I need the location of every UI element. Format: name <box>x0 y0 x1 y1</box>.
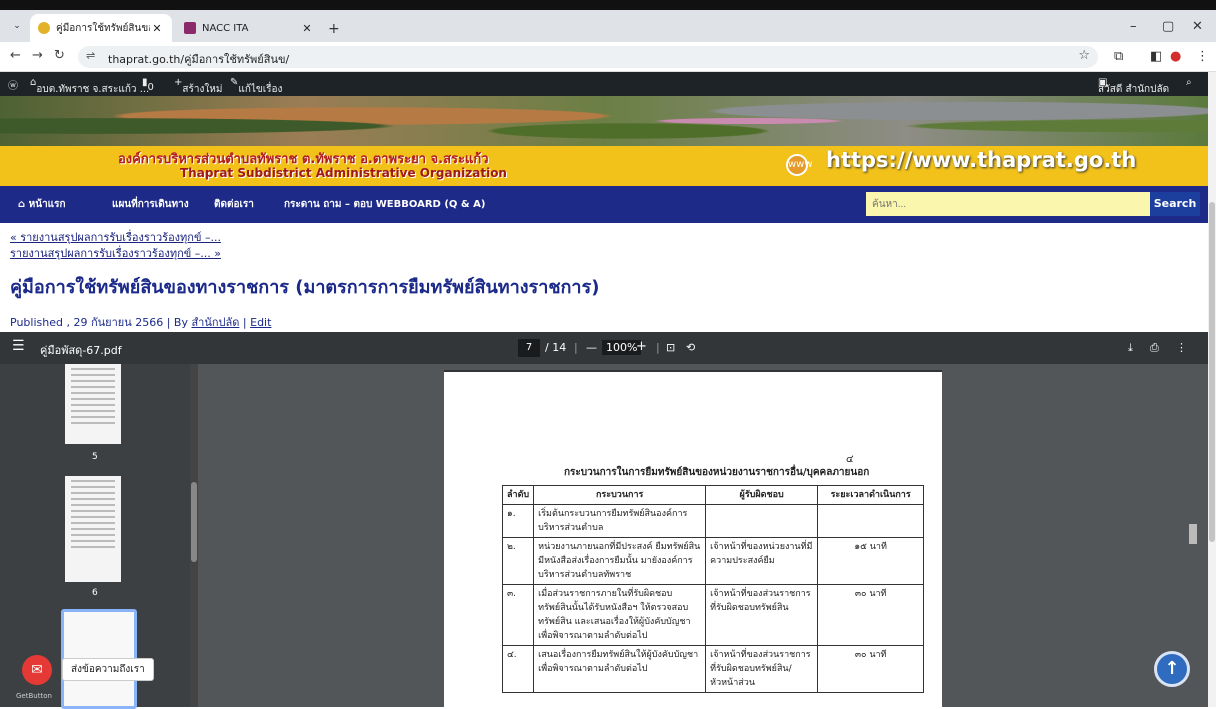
next-post-link[interactable]: รายงานสรุปผลการรับเรื่องราวร้องทุกข์ –..… <box>10 244 221 262</box>
sidepanel-icon[interactable]: ◧ <box>1150 49 1162 64</box>
tab-active[interactable]: คู่มือการใช้ทรัพย์สินของทางราชการ | ✕ <box>30 14 172 42</box>
thumbnail-page-6[interactable] <box>65 476 121 582</box>
wp-site-link[interactable]: ⌂ อบต.ทัพราช จ.สระแก้ว ... <box>30 77 149 95</box>
org-name-english: Thaprat Subdistrict Administrative Organ… <box>180 166 507 180</box>
tab-search-button[interactable]: ⌄ <box>8 17 26 35</box>
close-tab-icon[interactable]: ✕ <box>150 22 164 35</box>
close-tab-icon[interactable]: ✕ <box>300 22 314 35</box>
table-row: ๓. เมื่อส่วนราชการภายในที่รับผิดชอบทรัพย์… <box>501 584 925 646</box>
banner-photo <box>0 96 1208 146</box>
search-button[interactable]: Search <box>1150 192 1200 216</box>
forward-icon[interactable]: → <box>32 48 43 63</box>
print-icon[interactable]: ⎙ <box>1150 341 1159 355</box>
maximize-icon[interactable]: ▢ <box>1162 19 1174 34</box>
page-total: / 14 <box>545 341 567 354</box>
extensions-icon[interactable]: ⧉ <box>1114 49 1123 64</box>
table-row: ๑. เริ่มต้นกระบวนการยืมทรัพย์สินองค์การบร… <box>501 504 925 538</box>
url-text: thaprat.go.th/คู่มือการใช้ทรัพย์สินข/ <box>108 53 290 66</box>
nav-contact[interactable]: ติดต่อเรา <box>214 197 254 212</box>
pdf-scrollbar[interactable] <box>1186 364 1200 707</box>
nav-webboard[interactable]: กระดาน ถาม – ตอบ WEBBOARD (Q & A) <box>284 197 485 212</box>
main-nav: ⌂ หน้าแรก แผนที่การเดินทาง ติดต่อเรา กระ… <box>0 186 1208 223</box>
minimize-icon[interactable]: – <box>1130 19 1137 34</box>
bookmark-star-icon[interactable]: ☆ <box>1078 48 1090 63</box>
wp-new[interactable]: + สร้างใหม่ <box>174 77 222 95</box>
top-edge <box>0 0 1216 10</box>
nacc-favicon-icon <box>184 22 196 34</box>
tab-bar: ⌄ คู่มือการใช้ทรัพย์สินของทางราชการ | ✕ … <box>0 10 1216 42</box>
fit-page-icon[interactable]: ⊡ <box>666 341 675 354</box>
edit-link[interactable]: Edit <box>250 316 271 329</box>
table-row: ๒. หน่วยงานภายนอกที่มีประสงค์ ยืมทรัพย์สิ… <box>501 537 925 585</box>
zoom-out-icon[interactable]: — <box>586 341 597 354</box>
wp-user[interactable]: สวัสดี สำนักปลัด ▣ <box>1098 77 1169 95</box>
menu-icon[interactable]: ⋮ <box>1196 49 1209 64</box>
col-header: ระยะเวลาดำเนินการ <box>817 485 925 505</box>
zoom-in-icon[interactable]: + <box>636 339 647 354</box>
site-favicon-icon <box>38 22 50 34</box>
wp-admin-bar: ⓦ ⌂ อบต.ทัพราช จ.สระแก้ว ... ▮ 0 + สร้าง… <box>0 72 1208 96</box>
tab-title: NACC ITA <box>202 22 249 34</box>
address-bar: ← → ↻ ⇌ thaprat.go.th/คู่มือการใช้ทรัพย์… <box>0 42 1216 72</box>
process-table: ลำดับ กระบวนการ ผู้รับผิดชอบ ระยะเวลาดำเ… <box>501 485 925 693</box>
nav-map[interactable]: แผนที่การเดินทาง <box>112 197 189 212</box>
wp-comments[interactable]: ▮ 0 <box>142 77 154 93</box>
wordpress-icon[interactable]: ⓦ <box>8 77 18 92</box>
table-row: ๔. เสนอเรื่องการยืมทรัพย์สินให้ผู้บังคับบ… <box>501 645 925 693</box>
tab-nacc-ita[interactable]: NACC ITA ✕ <box>176 14 322 42</box>
tab-title: คู่มือการใช้ทรัพย์สินของทางราชการ | <box>56 22 150 34</box>
meta-separator: | <box>242 316 247 329</box>
more-options-icon[interactable]: ⋮ <box>1176 341 1187 354</box>
author-link[interactable]: สำนักปลัด <box>191 316 239 329</box>
thumbnail-label: 6 <box>92 588 98 598</box>
scroll-to-top-icon[interactable]: ↑ <box>1154 651 1190 687</box>
published-date: Published , 29 กันยายน 2566 | By <box>10 316 188 329</box>
pdf-toolbar: ☰ คู่มือพัสดุ-67.pdf 7 / 14 | — 100% + |… <box>0 332 1208 364</box>
chat-button[interactable]: ✉ <box>22 655 52 685</box>
col-header: ลำดับ <box>501 485 535 505</box>
col-header: กระบวนการ <box>533 485 707 505</box>
thumbnail-page-5[interactable] <box>65 364 121 444</box>
toolbar-divider: | <box>656 341 660 354</box>
page-scrollbar[interactable] <box>1208 72 1216 707</box>
getbutton-brand[interactable]: GetButton <box>16 692 52 700</box>
thumbnail-label: 5 <box>92 452 98 462</box>
page-title: คู่มือการใช้ทรัพย์สินของทางราชการ (มาตรก… <box>10 277 600 298</box>
banner-url: https://www.thaprat.go.th <box>826 148 1137 172</box>
rotate-icon[interactable]: ⟲ <box>686 341 695 354</box>
post-meta: Published , 29 กันยายน 2566 | By สำนักปล… <box>10 313 271 331</box>
nav-home[interactable]: ⌂ หน้าแรก <box>18 197 66 212</box>
pdf-filename: คู่มือพัสดุ-67.pdf <box>40 344 122 357</box>
www-globe-icon: www <box>786 154 813 176</box>
reload-icon[interactable]: ↻ <box>54 48 65 63</box>
col-header: ผู้รับผิดชอบ <box>705 485 819 505</box>
sidebar-menu-icon[interactable]: ☰ <box>12 338 25 354</box>
wp-search-icon[interactable]: ⌕ <box>1186 77 1192 88</box>
toolbar-divider: | <box>574 341 578 354</box>
doc-title: กระบวนการในการยืมทรัพย์สินของหน่วยงานราช… <box>564 467 870 478</box>
pdf-page: ๔ กระบวนการในการยืมทรัพย์สินของหน่วยงานร… <box>444 370 942 707</box>
download-icon[interactable]: ⤓ <box>1128 341 1133 355</box>
thumbnail-scrollbar[interactable] <box>190 364 198 707</box>
site-info-icon[interactable]: ⇌ <box>86 49 95 62</box>
new-tab-icon[interactable]: + <box>328 21 340 37</box>
page-number-input[interactable]: 7 <box>518 339 540 357</box>
back-icon[interactable]: ← <box>10 48 21 63</box>
site-banner: องค์การบริหารส่วนตำบลทัพราช ต.ทัพราช อ.ต… <box>0 96 1208 186</box>
profile-icon[interactable]: ● <box>1170 49 1181 64</box>
wp-edit[interactable]: ✎ แก้ไขเรื่อง <box>230 77 282 95</box>
url-field[interactable]: ⇌ thaprat.go.th/คู่มือการใช้ทรัพย์สินข/ … <box>78 46 1098 68</box>
chat-label[interactable]: ส่งข้อความถึงเรา <box>62 658 154 681</box>
close-window-icon[interactable]: ✕ <box>1192 19 1203 34</box>
search-input[interactable] <box>866 192 1150 216</box>
